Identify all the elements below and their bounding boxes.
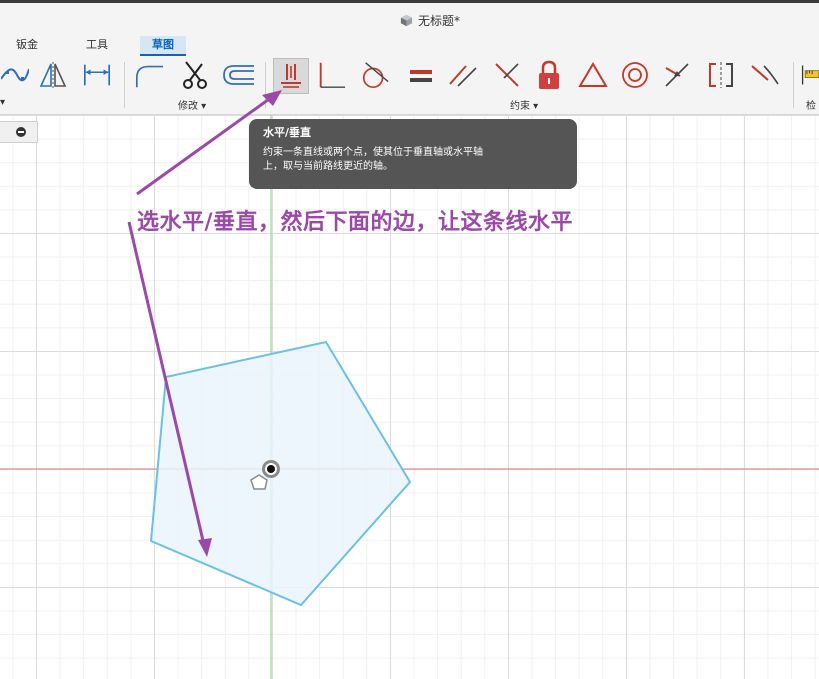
tooltip-line-2: 上，取与当前路线更近的轴。	[263, 161, 393, 172]
sketch-geometry	[0, 90, 819, 679]
pentagon-profile[interactable]	[149, 340, 412, 607]
tooltip-line-1: 约束一条直线或两个点，使其位于垂直轴或水平轴	[263, 147, 483, 158]
constraint-tooltip: 水平/垂直 约束一条直线或两个点，使其位于垂直轴或水平轴 上，取与当前路线更近的…	[249, 119, 577, 189]
annotation-text: 选水平/垂直，然后下面的边，让这条线水平	[137, 210, 574, 235]
tooltip-title: 水平/垂直	[263, 126, 312, 139]
